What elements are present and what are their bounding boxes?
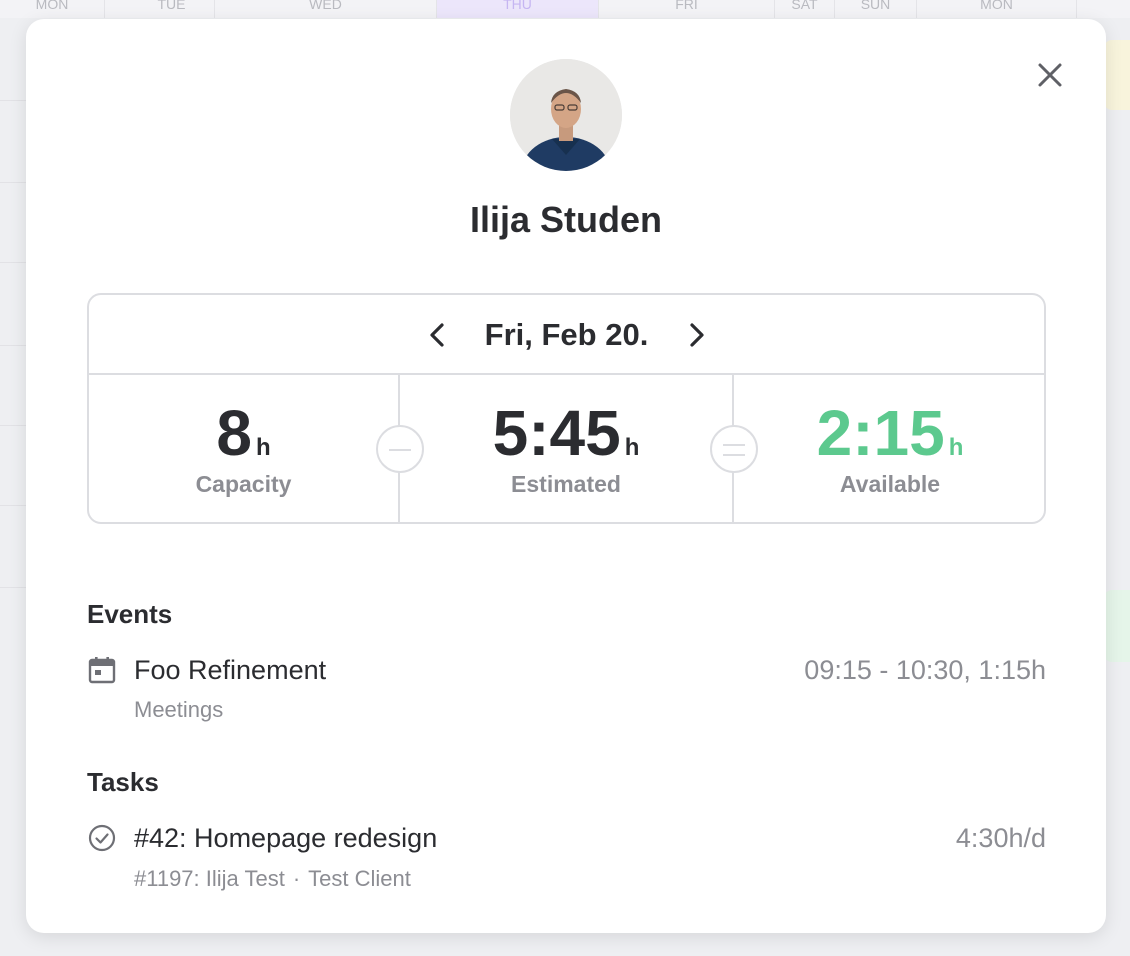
capacity-summary: Fri, Feb 20. 8h Capacity 5:45 h Estimated… (87, 293, 1046, 524)
user-capacity-modal: Ilija Studen Fri, Feb 20. 8h Capacity 5:… (26, 19, 1106, 933)
user-name: Ilija Studen (469, 199, 663, 240)
calendar-event-chip (1104, 590, 1130, 662)
available-number: 2:15 (816, 397, 945, 469)
current-date: Fri, Feb 20. (484, 317, 649, 352)
event-category: Meetings (134, 697, 224, 722)
available-label: Available (839, 471, 941, 497)
estimated-unit: h (624, 434, 640, 461)
capacity-number: 8 (216, 397, 252, 469)
events-heading: Events (87, 599, 173, 629)
day-column-header: MON (0, 0, 105, 18)
capacity-label: Capacity (195, 471, 292, 497)
separator-dot: · (292, 866, 301, 891)
day-column-header: SAT (775, 0, 835, 18)
event-title[interactable]: Foo Refinement (134, 655, 326, 686)
chevron-right-icon (690, 323, 704, 347)
task-context: #1197: Ilija Test · Test Client (134, 866, 411, 892)
capacity-stat: 8h Capacity (89, 375, 400, 524)
day-column-header: FRI (599, 0, 775, 18)
calendar-day-header: MON TUE WED THU FRI SAT SUN MON (0, 0, 1130, 18)
day-column-header: WED (215, 0, 437, 18)
estimated-number: 5:45 (492, 397, 621, 469)
close-button[interactable] (1036, 61, 1064, 89)
event-time: 09:15 - 10:30, 1:15h (804, 655, 1046, 685)
check-circle-icon (87, 823, 117, 853)
day-column-header: MON (917, 0, 1077, 18)
minus-operator-icon (376, 425, 424, 473)
day-column-header: THU (437, 0, 599, 18)
task-project[interactable]: #1197: Ilija Test (134, 866, 285, 891)
day-column-header: SUN (835, 0, 917, 18)
available-stat: 2:15 h Available (734, 375, 1046, 524)
avatar (510, 59, 622, 171)
equals-operator-icon (710, 425, 758, 473)
next-day-button[interactable] (684, 321, 708, 349)
avatar-photo (510, 59, 622, 171)
close-icon (1038, 63, 1062, 87)
available-unit: h (948, 434, 964, 461)
calendar-icon (87, 655, 117, 685)
capacity-unit: h (255, 434, 271, 461)
calendar-event-chip (1104, 40, 1130, 110)
task-client: Test Client (308, 866, 411, 891)
date-navigator: Fri, Feb 20. (89, 295, 1044, 375)
tasks-heading: Tasks (87, 767, 159, 797)
task-time: 4:30h/d (955, 823, 1046, 853)
estimated-stat: 5:45 h Estimated (400, 375, 734, 524)
estimated-label: Estimated (511, 471, 621, 497)
day-column-header: TUE (129, 0, 215, 18)
task-title[interactable]: #42: Homepage redesign (134, 823, 437, 854)
